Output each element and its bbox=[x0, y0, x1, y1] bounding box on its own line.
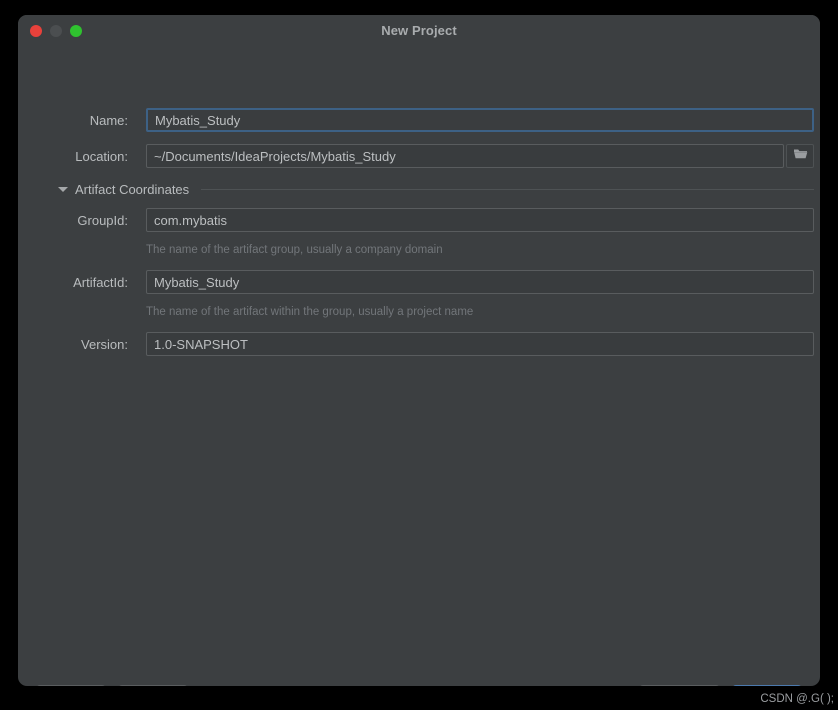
group-id-hint: The name of the artifact group, usually … bbox=[146, 244, 443, 256]
version-row: Version: 1.0-SNAPSHOT bbox=[36, 332, 814, 356]
location-label: Location: bbox=[75, 148, 128, 164]
version-input[interactable]: 1.0-SNAPSHOT bbox=[146, 332, 814, 356]
artifact-id-hint: The name of the artifact within the grou… bbox=[146, 306, 474, 318]
cancel-button[interactable]: Cancel bbox=[118, 685, 189, 686]
dialog-content: Name: Mybatis_Study Location: ~/Document… bbox=[18, 48, 820, 686]
artifact-id-input[interactable]: Mybatis_Study bbox=[146, 270, 814, 294]
name-label: Name: bbox=[89, 112, 128, 128]
group-id-label: GroupId: bbox=[77, 212, 128, 228]
name-input[interactable]: Mybatis_Study bbox=[146, 108, 814, 132]
group-id-input[interactable]: com.mybatis bbox=[146, 208, 814, 232]
artifact-coordinates-title: Artifact Coordinates bbox=[75, 181, 190, 197]
section-divider bbox=[201, 188, 814, 190]
version-label: Version: bbox=[81, 336, 128, 352]
location-row: Location: ~/Documents/IdeaProjects/Mybat… bbox=[36, 144, 784, 168]
folder-icon bbox=[793, 147, 808, 165]
watermark: CSDN @.G( ); bbox=[760, 693, 834, 705]
name-row: Name: Mybatis_Study bbox=[36, 108, 814, 132]
help-button[interactable]: Help bbox=[36, 685, 106, 686]
location-browse-button[interactable] bbox=[786, 144, 814, 168]
artifact-id-row: ArtifactId: Mybatis_Study bbox=[36, 270, 814, 294]
new-project-dialog: New Project Name: Mybatis_Study Location… bbox=[18, 15, 820, 686]
footer-right-buttons: Previous Finish bbox=[639, 685, 802, 686]
triangle-down-icon bbox=[58, 187, 68, 192]
group-id-row: GroupId: com.mybatis bbox=[36, 208, 814, 232]
dialog-titlebar: New Project bbox=[18, 15, 820, 48]
dialog-title: New Project bbox=[381, 23, 457, 38]
screen: New Project Name: Mybatis_Study Location… bbox=[0, 0, 838, 710]
location-input[interactable]: ~/Documents/IdeaProjects/Mybatis_Study bbox=[146, 144, 784, 168]
previous-button[interactable]: Previous bbox=[639, 685, 720, 686]
finish-button[interactable]: Finish bbox=[732, 685, 802, 686]
footer-left-buttons: Help Cancel bbox=[36, 685, 189, 686]
artifact-id-label: ArtifactId: bbox=[73, 274, 128, 290]
artifact-coordinates-section-toggle[interactable]: Artifact Coordinates bbox=[58, 180, 814, 198]
